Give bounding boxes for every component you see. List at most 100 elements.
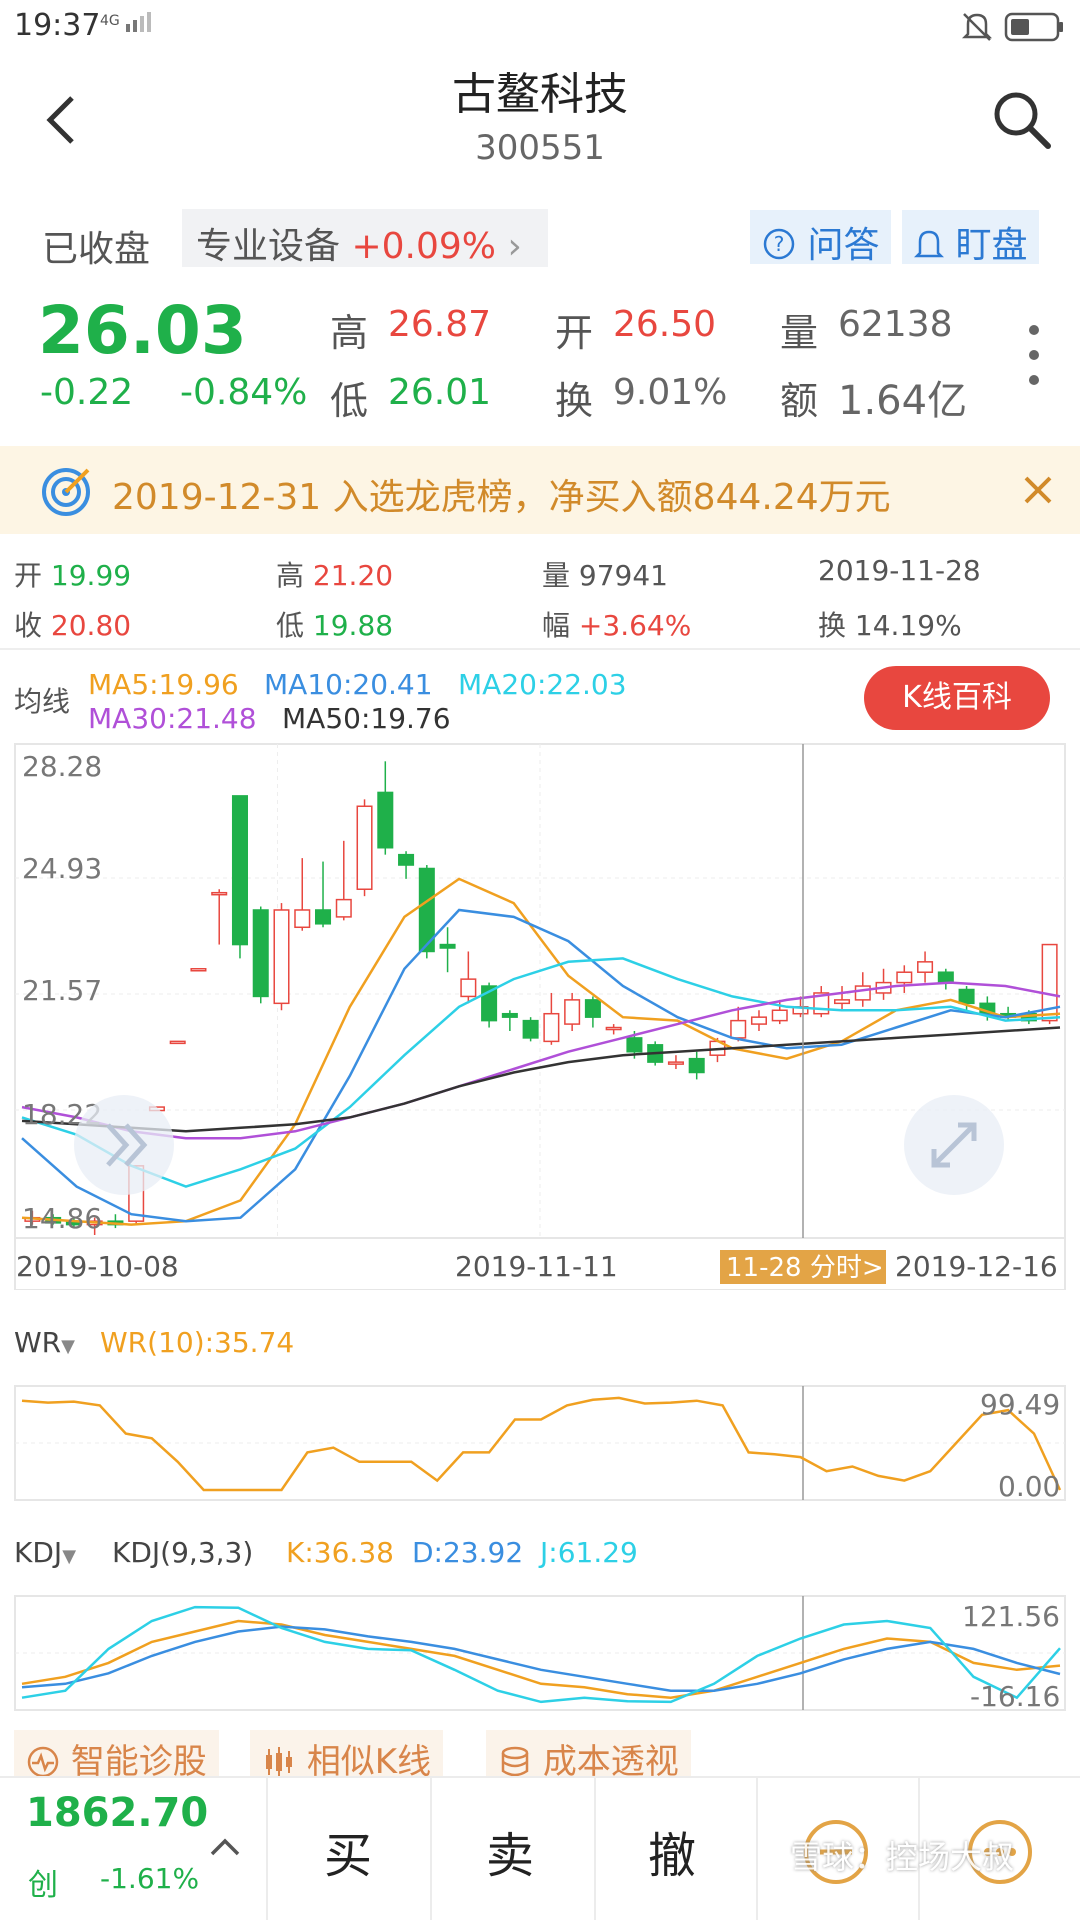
y-label-2: 24.93 xyxy=(22,852,102,885)
qa-label: 问答 xyxy=(807,225,880,266)
y-label-top: 28.28 xyxy=(22,750,102,783)
candle xyxy=(896,965,913,993)
candle xyxy=(231,795,248,959)
price-change-pct: -0.84% xyxy=(180,372,308,413)
candle xyxy=(522,1017,539,1042)
svg-text:?: ? xyxy=(774,232,785,256)
open-value: 26.50 xyxy=(613,304,717,345)
turnover-value: 9.01% xyxy=(613,372,728,413)
candle xyxy=(356,799,373,897)
chevron-up-icon[interactable] xyxy=(208,1836,242,1858)
kdj-label[interactable]: KDJ▼ xyxy=(14,1536,76,1569)
bell-icon xyxy=(913,230,945,258)
wr-line xyxy=(21,1396,1062,1492)
divider xyxy=(756,1776,758,1920)
ma20-value: MA20:22.03 xyxy=(458,668,627,701)
high-value: 26.87 xyxy=(388,304,492,345)
scroll-left-icon xyxy=(74,1095,174,1195)
day-low: 低 19.88 xyxy=(276,609,394,642)
day-volume: 量 97941 xyxy=(542,559,668,592)
divider xyxy=(266,1776,268,1920)
signal-bars-icon xyxy=(126,12,152,32)
amount-label: 额 xyxy=(780,379,819,423)
dropdown-icon: ▼ xyxy=(61,1336,75,1357)
wr-chart[interactable]: 99.49 0.00 xyxy=(0,1384,1080,1502)
market-status: 已收盘 xyxy=(42,229,151,270)
ma10-value: MA10:20.41 xyxy=(264,668,433,701)
candle xyxy=(252,906,269,1004)
watermark: 雪球：控场大叔 xyxy=(790,1838,1015,1876)
battery-icon xyxy=(1004,12,1063,42)
cancel-button[interactable]: 撤 xyxy=(612,1816,732,1886)
kline-wiki-button[interactable]: K线百科 xyxy=(864,666,1050,730)
buy-button[interactable]: 买 xyxy=(288,1816,408,1886)
sector-name: 专业设备 xyxy=(196,226,341,267)
price-change: -0.22 xyxy=(40,372,134,413)
intraday-tag: 11-28 分时> xyxy=(726,1253,884,1283)
day-turnover: 换 14.19% xyxy=(818,609,962,642)
close-icon[interactable] xyxy=(1022,474,1054,506)
candle xyxy=(750,1010,767,1031)
banner-text: 2019-12-31 入选龙虎榜，净买入额844.24万元 xyxy=(112,477,891,518)
fullscreen-icon xyxy=(904,1095,1004,1195)
diagnose-icon xyxy=(27,1746,59,1778)
wr-max: 99.49 xyxy=(980,1388,1060,1421)
watch-label: 盯盘 xyxy=(955,225,1028,266)
high-label: 高 xyxy=(330,311,369,355)
more-vertical-icon[interactable] xyxy=(1022,320,1046,390)
low-label: 低 xyxy=(330,379,369,423)
candlestick-icon xyxy=(266,1747,292,1777)
candle xyxy=(169,1040,186,1045)
kdj-line-j xyxy=(21,1605,1061,1704)
cost-tool[interactable]: 成本透视 xyxy=(486,1730,691,1782)
sell-button[interactable]: 卖 xyxy=(450,1816,570,1886)
index-name: 创 xyxy=(28,1868,58,1903)
candle xyxy=(584,996,601,1028)
candle xyxy=(460,951,477,1004)
kdj-d: D:23.92 xyxy=(412,1536,524,1569)
search-icon[interactable] xyxy=(990,88,1054,152)
candle xyxy=(605,1024,622,1035)
ma-label[interactable]: 均线 xyxy=(14,680,70,720)
chevron-right-icon: › xyxy=(507,226,522,267)
kline-chart[interactable]: 28.28 24.93 21.57 18.22 14.86 2019-10-08… xyxy=(0,740,1080,1290)
candle xyxy=(917,951,934,983)
candle xyxy=(315,861,332,928)
wr-label[interactable]: WR▼ xyxy=(14,1326,75,1359)
low-value: 26.01 xyxy=(388,372,492,413)
candle xyxy=(937,968,954,990)
volume-value: 62138 xyxy=(838,304,953,345)
watch-button[interactable]: 盯盘 xyxy=(902,210,1040,266)
candle xyxy=(273,903,290,1011)
kdj-chart[interactable]: 121.56 -16.16 xyxy=(0,1594,1080,1712)
signal-icon: 4G xyxy=(100,10,154,32)
sector-tag[interactable]: 专业设备 +0.09% › xyxy=(182,209,548,267)
candle xyxy=(107,1214,124,1229)
open-label: 开 xyxy=(555,311,594,355)
candle xyxy=(398,851,415,879)
index-value[interactable]: 1862.70 xyxy=(26,1790,208,1836)
stock-code: 300551 xyxy=(475,128,605,168)
divider xyxy=(594,1776,596,1920)
wr-min: 0.00 xyxy=(998,1470,1060,1502)
ma30-value: MA30:21.48 xyxy=(88,702,257,735)
x-label-start: 2019-10-08 xyxy=(16,1250,179,1283)
last-price: 26.03 xyxy=(38,292,247,369)
day-high: 高 21.20 xyxy=(276,559,394,592)
divider xyxy=(0,648,1080,650)
candle xyxy=(688,1051,705,1080)
qa-button[interactable]: ? 问答 xyxy=(750,210,892,266)
network-type: 4G xyxy=(100,13,120,29)
candle xyxy=(875,968,892,1000)
target-icon xyxy=(42,468,90,516)
turnover-label: 换 xyxy=(555,379,594,423)
similar-kline-tool[interactable]: 相似K线 xyxy=(250,1730,444,1782)
diagnose-tool[interactable]: 智能诊股 xyxy=(14,1730,219,1782)
dropdown-icon: ▼ xyxy=(62,1546,77,1567)
candle xyxy=(294,858,311,931)
kdj-line-k xyxy=(21,1619,1061,1699)
day-open: 开 19.99 xyxy=(14,559,132,592)
x-label-mid: 2019-11-11 xyxy=(455,1250,618,1283)
candle xyxy=(543,992,560,1045)
kdj-j: J:61.29 xyxy=(540,1536,638,1569)
